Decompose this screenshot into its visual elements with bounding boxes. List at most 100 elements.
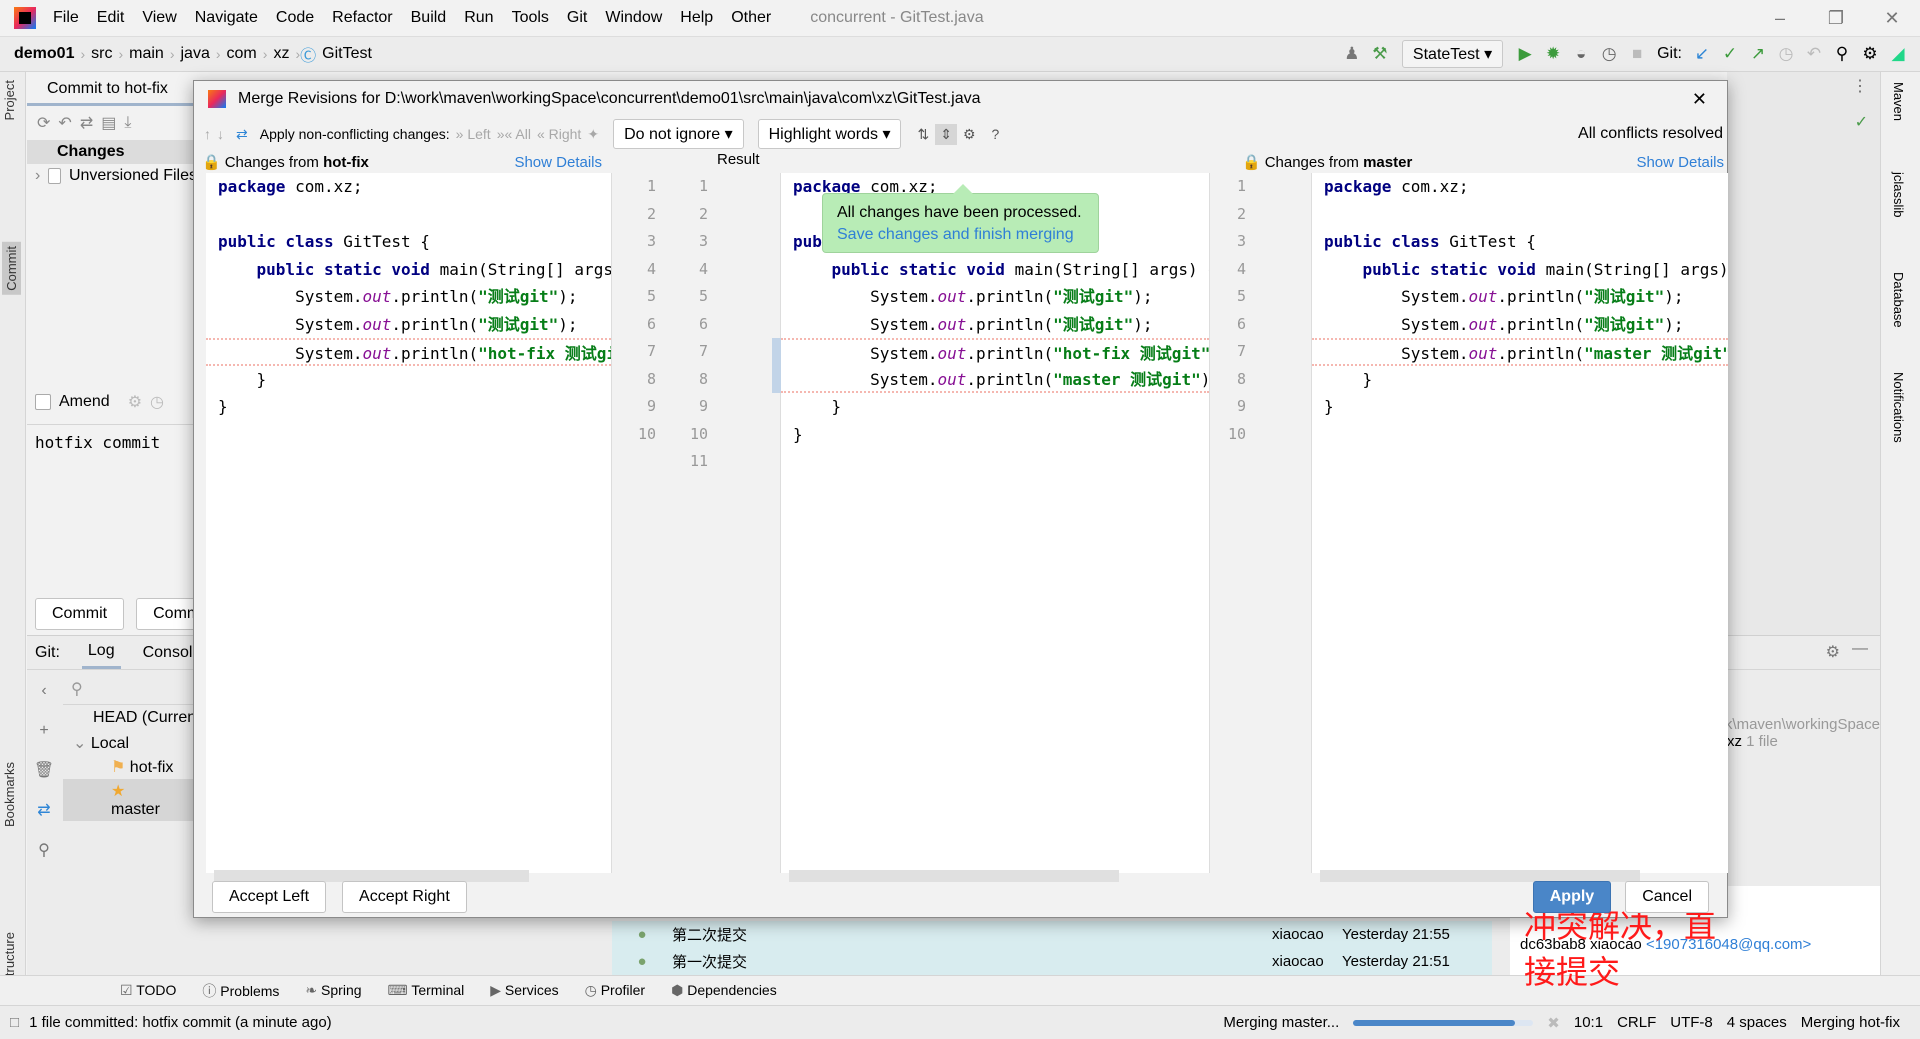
result-horizontal-scrollbar[interactable] — [789, 870, 1119, 882]
close-dialog-button[interactable]: ✕ — [1692, 89, 1707, 110]
delete-icon[interactable]: 🗑 — [27, 751, 61, 791]
help-icon[interactable]: ? — [992, 126, 1000, 142]
add-branch-icon[interactable]: + — [27, 711, 61, 751]
save-and-finish-link[interactable]: Save changes and finish merging — [837, 224, 1084, 246]
left-editor[interactable]: package com.xz; public class GitTest { pu… — [206, 173, 611, 873]
menu-navigate[interactable]: Navigate — [186, 9, 267, 27]
download-icon[interactable]: ⤓ — [124, 114, 131, 132]
toolbox-icon[interactable]: ◢ — [1884, 44, 1912, 64]
cancel-task-icon[interactable]: ✖ — [1547, 1014, 1560, 1032]
menu-code[interactable]: Code — [267, 9, 323, 27]
menu-tools[interactable]: Tools — [503, 9, 558, 27]
right-show-details-link[interactable]: Show Details — [1636, 154, 1724, 171]
debug-icon[interactable]: ✹ — [1539, 44, 1567, 64]
menu-git[interactable]: Git — [558, 9, 596, 27]
stop-icon[interactable]: ■ — [1623, 44, 1651, 64]
bookmarks-tab[interactable]: Bookmarks — [2, 762, 17, 827]
undo-icon[interactable]: ↶ — [58, 113, 71, 133]
notifications-tab[interactable]: Notifications — [1891, 372, 1906, 443]
breadcrumb-main[interactable]: main — [123, 45, 170, 63]
line-separator[interactable]: CRLF — [1617, 1014, 1656, 1031]
collapse-unchanged-icon[interactable]: ⇅ — [917, 126, 929, 143]
status-window-icon[interactable]: □ — [10, 1014, 19, 1031]
tab-log[interactable]: Log — [81, 636, 121, 669]
git-branch-status[interactable]: Merging hot-fix — [1801, 1014, 1900, 1031]
breadcrumb-src[interactable]: src — [85, 45, 118, 63]
right-editor[interactable]: package com.xz; public class GitTest { pu… — [1312, 173, 1728, 873]
user-icon[interactable]: ♟ — [1338, 44, 1366, 64]
merge-icon[interactable]: ⇄ — [27, 791, 61, 831]
breadcrumb-java[interactable]: java — [175, 45, 216, 63]
amend-checkbox[interactable] — [35, 394, 51, 410]
cancel-button[interactable]: Cancel — [1625, 881, 1709, 913]
diff-icon[interactable]: ⇄ — [80, 113, 93, 133]
unversioned-checkbox[interactable] — [48, 168, 61, 184]
menu-file[interactable]: File — [44, 9, 88, 27]
menu-help[interactable]: Help — [671, 9, 722, 27]
jclasslib-tab[interactable]: jclasslib — [1891, 172, 1906, 218]
next-difference-icon[interactable]: ↓ — [217, 126, 224, 142]
commit-button[interactable]: Commit — [35, 598, 125, 630]
build-hammer-icon[interactable]: ⚒ — [1366, 44, 1394, 64]
breadcrumb-gittest[interactable]: GitTest — [316, 45, 378, 63]
rollback-icon[interactable]: ↶ — [1800, 44, 1828, 64]
maven-tab[interactable]: Maven — [1891, 82, 1906, 121]
commit-history-icon[interactable]: ◷ — [150, 392, 164, 412]
accept-left-button[interactable]: Accept Left — [212, 881, 327, 913]
menu-window[interactable]: Window — [596, 9, 671, 27]
highlight-select[interactable]: Highlight words ▾ — [757, 119, 902, 149]
apply-right-button[interactable]: « Right — [537, 126, 581, 142]
run-icon[interactable]: ▶ — [1511, 44, 1539, 64]
breadcrumb-com[interactable]: com — [221, 45, 263, 63]
menu-other[interactable]: Other — [722, 9, 780, 27]
apply-left-button[interactable]: » Left — [456, 126, 491, 142]
tool-terminal[interactable]: ⌨ Terminal — [388, 982, 465, 999]
git-push-icon[interactable]: ↗ — [1744, 44, 1772, 64]
commit-row[interactable]: ● 第二次提交 xiaocao Yesterday 21:55 — [612, 921, 1492, 948]
tool-problems[interactable]: ⓘ Problems — [202, 981, 279, 1001]
more-options-icon[interactable]: ⋮ — [1852, 76, 1868, 96]
profile-icon[interactable]: ◷ — [1595, 44, 1623, 64]
chevron-right-icon[interactable]: › — [35, 167, 40, 185]
magic-resolve-icon[interactable]: ✦ — [587, 126, 599, 143]
coverage-icon[interactable]: ◒ — [1567, 44, 1595, 64]
tool-spring[interactable]: ❧ Spring — [305, 982, 361, 999]
minimize-button[interactable]: – — [1752, 8, 1808, 29]
menu-refactor[interactable]: Refactor — [323, 9, 401, 27]
left-show-details-link[interactable]: Show Details — [514, 154, 602, 171]
menu-build[interactable]: Build — [402, 9, 456, 27]
apply-button[interactable]: Apply — [1532, 881, 1612, 913]
apply-all-button[interactable]: »« All — [497, 126, 531, 142]
breadcrumb-demo01[interactable]: demo01 — [8, 45, 80, 63]
shelve-icon[interactable]: ▤ — [101, 113, 116, 133]
commit-tab[interactable]: Commit — [2, 242, 21, 295]
search-branches-icon[interactable]: ⚲ — [27, 831, 61, 871]
breadcrumb-xz[interactable]: xz — [267, 45, 295, 63]
git-update-icon[interactable]: ↙ — [1688, 44, 1716, 64]
file-encoding[interactable]: UTF-8 — [1670, 1014, 1713, 1031]
menu-edit[interactable]: Edit — [88, 9, 134, 27]
previous-difference-icon[interactable]: ↑ — [204, 126, 211, 142]
resolve-icon[interactable]: ⇄ — [236, 126, 248, 143]
restore-button[interactable]: ❐ — [1808, 8, 1864, 29]
diff-settings-gear-icon[interactable]: ⚙ — [963, 126, 976, 143]
menu-view[interactable]: View — [133, 9, 185, 27]
database-tab[interactable]: Database — [1891, 272, 1906, 328]
git-commit-icon[interactable]: ✓ — [1716, 44, 1744, 64]
commit-options-gear-icon[interactable]: ⚙ — [128, 392, 142, 412]
run-configuration-select[interactable]: StateTest ▾ — [1401, 40, 1504, 68]
git-settings-gear-icon[interactable]: ⚙ — [1826, 642, 1840, 662]
unversioned-files-node[interactable]: › Unversioned Files — [27, 164, 197, 188]
commit-panel-tab[interactable]: Commit to hot-fix — [27, 72, 197, 106]
close-window-button[interactable]: ✕ — [1864, 8, 1920, 29]
ignore-whitespace-select[interactable]: Do not ignore ▾ — [613, 119, 744, 149]
search-icon[interactable]: ⚲ — [1828, 44, 1856, 64]
accept-right-button[interactable]: Accept Right — [342, 881, 467, 913]
sync-scroll-icon[interactable]: ⇕ — [935, 123, 957, 145]
tool-todo[interactable]: ☑ TODO — [120, 982, 176, 999]
project-tab[interactable]: Project — [2, 80, 17, 120]
tool-dependencies[interactable]: ⬢ Dependencies — [671, 982, 777, 999]
tool-services[interactable]: ▶ Services — [490, 982, 558, 999]
commit-row[interactable]: ● 第一次提交 xiaocao Yesterday 21:51 — [612, 948, 1492, 975]
settings-icon[interactable]: ⚙ — [1856, 44, 1884, 64]
